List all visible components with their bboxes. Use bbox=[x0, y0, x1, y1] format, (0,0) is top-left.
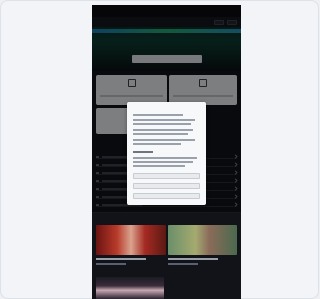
dialog-text-line bbox=[133, 139, 195, 141]
dialog-text-line bbox=[133, 161, 193, 163]
news-caption-1[interactable] bbox=[96, 258, 146, 260]
dialog-button-2[interactable] bbox=[133, 183, 200, 189]
news-meta-1 bbox=[96, 263, 126, 265]
dialog-text-line bbox=[133, 157, 197, 159]
dialog-link[interactable] bbox=[133, 151, 153, 153]
news-image-2[interactable] bbox=[168, 225, 237, 255]
dialog-text-line bbox=[133, 133, 188, 135]
dialog-text-line bbox=[133, 119, 195, 121]
dialog-button-1[interactable] bbox=[133, 173, 200, 179]
dialog-text-line bbox=[133, 123, 191, 125]
news-meta-2 bbox=[168, 263, 198, 265]
consent-dialog bbox=[127, 102, 206, 205]
dialog-button-3[interactable] bbox=[133, 193, 200, 199]
news-image-3[interactable] bbox=[96, 277, 164, 299]
dialog-text-line bbox=[133, 165, 185, 167]
dialog-text-line bbox=[133, 114, 183, 116]
page-viewport bbox=[92, 5, 241, 299]
news-image-1[interactable] bbox=[96, 225, 166, 255]
dialog-text-line bbox=[133, 143, 181, 145]
news-caption-2[interactable] bbox=[168, 258, 218, 260]
dialog-text-line bbox=[133, 129, 193, 131]
